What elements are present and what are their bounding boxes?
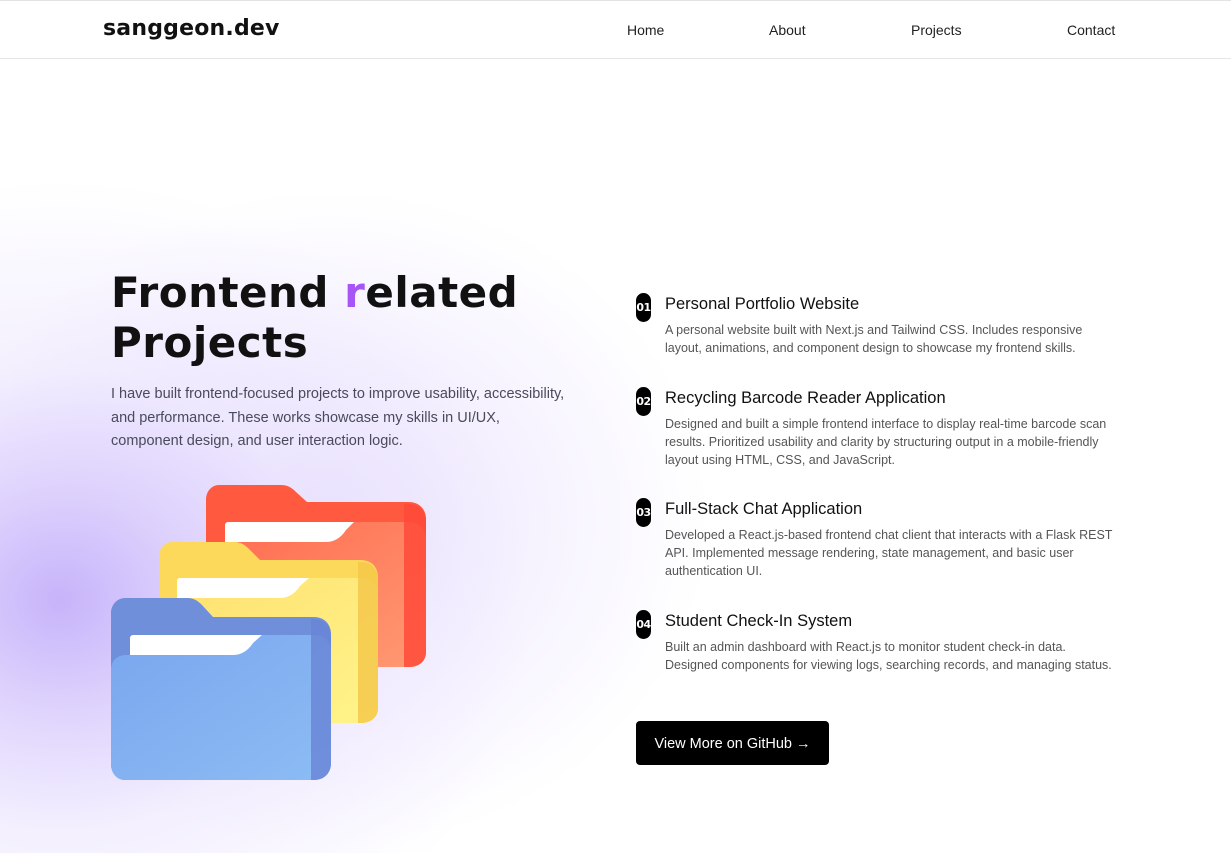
page-title: Frontend related Projects bbox=[111, 268, 591, 368]
title-line-2: Projects bbox=[111, 318, 309, 367]
project-description: Built an admin dashboard with React.js t… bbox=[665, 640, 1112, 672]
github-link-button[interactable]: View More on GitHub → bbox=[636, 721, 829, 765]
project-number-badge: 04 bbox=[636, 610, 651, 639]
site-header: sanggeon.dev Home About Projects Contact bbox=[0, 0, 1231, 59]
nav-contact-link[interactable]: Contact bbox=[1067, 22, 1115, 38]
project-description: Developed a React.js-based frontend chat… bbox=[665, 528, 1113, 578]
title-accent-letter: r bbox=[344, 268, 366, 317]
intro-description: I have built frontend-focused projects t… bbox=[111, 386, 565, 449]
folder-blue-icon bbox=[111, 598, 331, 780]
nav-about-link[interactable]: About bbox=[769, 22, 806, 38]
folders-illustration bbox=[111, 485, 426, 780]
title-part-2: elated bbox=[365, 268, 519, 317]
project-number-badge: 01 bbox=[636, 293, 651, 322]
nav-projects-link[interactable]: Projects bbox=[911, 22, 962, 38]
project-title[interactable]: Full-Stack Chat Application bbox=[665, 500, 862, 519]
project-description: Designed and built a simple frontend int… bbox=[665, 417, 1107, 467]
title-part-1: Frontend bbox=[111, 268, 345, 317]
project-number-badge: 02 bbox=[636, 387, 651, 416]
project-title[interactable]: Recycling Barcode Reader Application bbox=[665, 389, 946, 408]
project-description: A personal website built with Next.js an… bbox=[665, 323, 1083, 355]
project-number-badge: 03 bbox=[636, 498, 651, 527]
project-title[interactable]: Personal Portfolio Website bbox=[665, 295, 859, 314]
project-title[interactable]: Student Check-In System bbox=[665, 612, 852, 631]
nav-home-link[interactable]: Home bbox=[627, 22, 664, 38]
site-logo[interactable]: sanggeon.dev bbox=[103, 16, 280, 41]
